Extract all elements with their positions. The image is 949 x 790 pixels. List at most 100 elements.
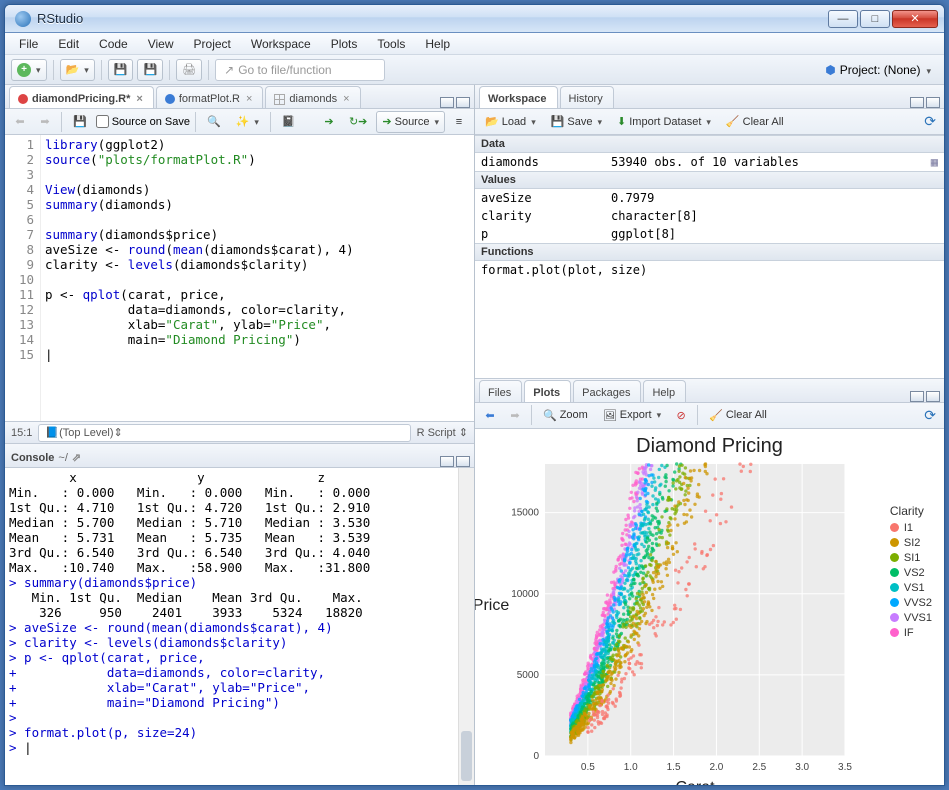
remove-plot-button[interactable]: ⊘ (670, 404, 692, 426)
new-file-button[interactable]: + (11, 59, 47, 81)
language-selector[interactable]: R Script ⇕ (417, 426, 468, 439)
ws-item-p[interactable]: pggplot[8] (475, 225, 944, 243)
console-scrollbar[interactable] (458, 468, 474, 785)
menu-workspace[interactable]: Workspace (243, 35, 319, 53)
import-dataset-button[interactable]: ⬇ Import Dataset (611, 111, 717, 133)
svg-text:Price: Price (475, 597, 509, 614)
save-all-button[interactable]: 💾 (137, 59, 163, 81)
refresh-icon[interactable]: ⟳ (920, 407, 940, 424)
menu-plots[interactable]: Plots (323, 35, 366, 53)
menu-tools[interactable]: Tools (369, 35, 413, 53)
tab-help[interactable]: Help (643, 380, 686, 402)
goto-file-placeholder: Go to file/function (238, 63, 331, 77)
console-tab[interactable]: Console ~/ ⇗ (9, 445, 91, 467)
ws-item-formatplot[interactable]: format.plot(plot, size) (475, 261, 944, 279)
close-icon[interactable]: × (246, 93, 252, 105)
close-button[interactable]: ✕ (892, 10, 938, 28)
svg-text:10000: 10000 (511, 588, 539, 599)
svg-text:2.0: 2.0 (709, 762, 723, 773)
menu-file[interactable]: File (11, 35, 46, 53)
maximize-button[interactable]: □ (860, 10, 890, 28)
tab-files[interactable]: Files (479, 380, 522, 402)
rerun-button[interactable]: ↻➔ (343, 111, 373, 133)
minimize-pane-icon[interactable] (910, 391, 924, 402)
tab-workspace[interactable]: Workspace (479, 86, 558, 108)
back-button[interactable]: ⬅ (9, 111, 31, 133)
wand-button[interactable]: ✨ (230, 111, 265, 133)
ws-item-diamonds[interactable]: diamonds53940 obs. of 10 variables▦ (475, 153, 944, 171)
zoom-plot-button[interactable]: 🔍 Zoom (537, 404, 594, 426)
print-button[interactable]: 🖨 (176, 59, 202, 81)
source-on-save-checkbox[interactable]: Source on Save (96, 115, 190, 128)
legend-item: VS1 (890, 582, 932, 594)
project-icon: ⬢ (825, 63, 835, 77)
svg-text:2.5: 2.5 (752, 762, 766, 773)
minimize-pane-icon[interactable] (440, 97, 454, 108)
load-workspace-button[interactable]: 📂 Load (479, 111, 542, 133)
data-frame-icon (274, 94, 285, 105)
menu-code[interactable]: Code (91, 35, 136, 53)
project-selector[interactable]: ⬢ Project: (None) (818, 60, 938, 80)
close-icon[interactable]: × (136, 93, 142, 105)
save-button[interactable]: 💾 (108, 59, 134, 81)
chart-legend: Clarity I1SI2SI1VS2VS1VVS2VVS1IF (890, 504, 932, 642)
goto-file-input[interactable]: ↗ Go to file/function (215, 59, 385, 81)
maximize-pane-icon[interactable] (926, 391, 940, 402)
refresh-icon[interactable]: ⟳ (920, 113, 940, 130)
cursor-position: 15:1 (11, 427, 32, 439)
app-window: RStudio — □ ✕ File Edit Code View Projec… (4, 4, 945, 786)
export-plot-button[interactable]: 🖼 Export (597, 404, 667, 426)
find-button[interactable]: 🔍 (201, 111, 227, 133)
titlebar[interactable]: RStudio — □ ✕ (5, 5, 944, 33)
outline-button[interactable]: ≡ (448, 111, 470, 133)
code-editor[interactable]: 1 2 3 4 5 6 7 8 9 10 11 12 13 14 15 libr… (5, 135, 474, 421)
run-line-button[interactable]: ➔ (318, 111, 340, 133)
app-icon (15, 11, 31, 27)
svg-text:1.0: 1.0 (624, 762, 638, 773)
ws-item-avesize[interactable]: aveSize0.7979 (475, 189, 944, 207)
minimize-pane-icon[interactable] (440, 456, 454, 467)
tab-diamondpricing[interactable]: diamondPricing.R* × (9, 86, 154, 108)
prev-plot-button[interactable]: ⬅ (479, 404, 501, 426)
r-file-icon (18, 94, 28, 104)
maximize-pane-icon[interactable] (456, 97, 470, 108)
menu-help[interactable]: Help (417, 35, 458, 53)
open-file-button[interactable]: 📂 (60, 59, 95, 81)
maximize-pane-icon[interactable] (926, 97, 940, 108)
editor-statusbar: 15:1 📘 (Top Level) ⇕ R Script ⇕ (5, 421, 474, 443)
svg-text:3.5: 3.5 (838, 762, 852, 773)
section-values: Values (475, 171, 944, 189)
tab-formatplot[interactable]: formatPlot.R × (156, 86, 264, 108)
console-wd: ~/ (58, 452, 67, 464)
forward-button[interactable]: ➡ (34, 111, 56, 133)
tab-history[interactable]: History (560, 86, 614, 108)
tab-packages[interactable]: Packages (573, 380, 641, 402)
save-workspace-button[interactable]: 💾 Save (545, 111, 608, 133)
ws-item-clarity[interactable]: claritycharacter[8] (475, 207, 944, 225)
tab-label: diamondPricing.R* (32, 93, 130, 105)
next-plot-button[interactable]: ➡ (504, 404, 526, 426)
source-button[interactable]: ➔ Source (376, 111, 445, 133)
console-title: Console (11, 452, 54, 464)
code-content[interactable]: library(ggplot2) source("plots/formatPlo… (41, 135, 474, 421)
tab-diamonds-data[interactable]: diamonds × (265, 86, 360, 108)
tab-plots[interactable]: Plots (524, 380, 571, 402)
close-icon[interactable]: × (343, 93, 349, 105)
scatter-chart: 0.51.01.52.02.53.03.5050001000015000Cara… (475, 458, 935, 785)
console[interactable]: x y z Min. : 0.000 Min. : 0.000 Min. : 0… (5, 468, 474, 785)
minimize-pane-icon[interactable] (910, 97, 924, 108)
view-data-icon[interactable]: ▦ (931, 155, 938, 169)
menu-project[interactable]: Project (186, 35, 239, 53)
clear-workspace-button[interactable]: 🧹 Clear All (720, 111, 790, 133)
notebook-button[interactable]: 📓 (276, 111, 302, 133)
main-toolbar: + 📂 💾 💾 🖨 ↗ Go to file/function ⬢ Projec… (5, 55, 944, 85)
minimize-button[interactable]: — (828, 10, 858, 28)
clear-plots-button[interactable]: 🧹 Clear All (703, 404, 773, 426)
menu-edit[interactable]: Edit (50, 35, 87, 53)
save-source-button[interactable]: 💾 (67, 111, 93, 133)
legend-item: SI1 (890, 552, 932, 564)
menu-view[interactable]: View (140, 35, 182, 53)
scope-selector[interactable]: 📘 (Top Level) ⇕ (38, 424, 410, 442)
workspace-list: Data diamonds53940 obs. of 10 variables▦… (475, 135, 944, 378)
maximize-pane-icon[interactable] (456, 456, 470, 467)
